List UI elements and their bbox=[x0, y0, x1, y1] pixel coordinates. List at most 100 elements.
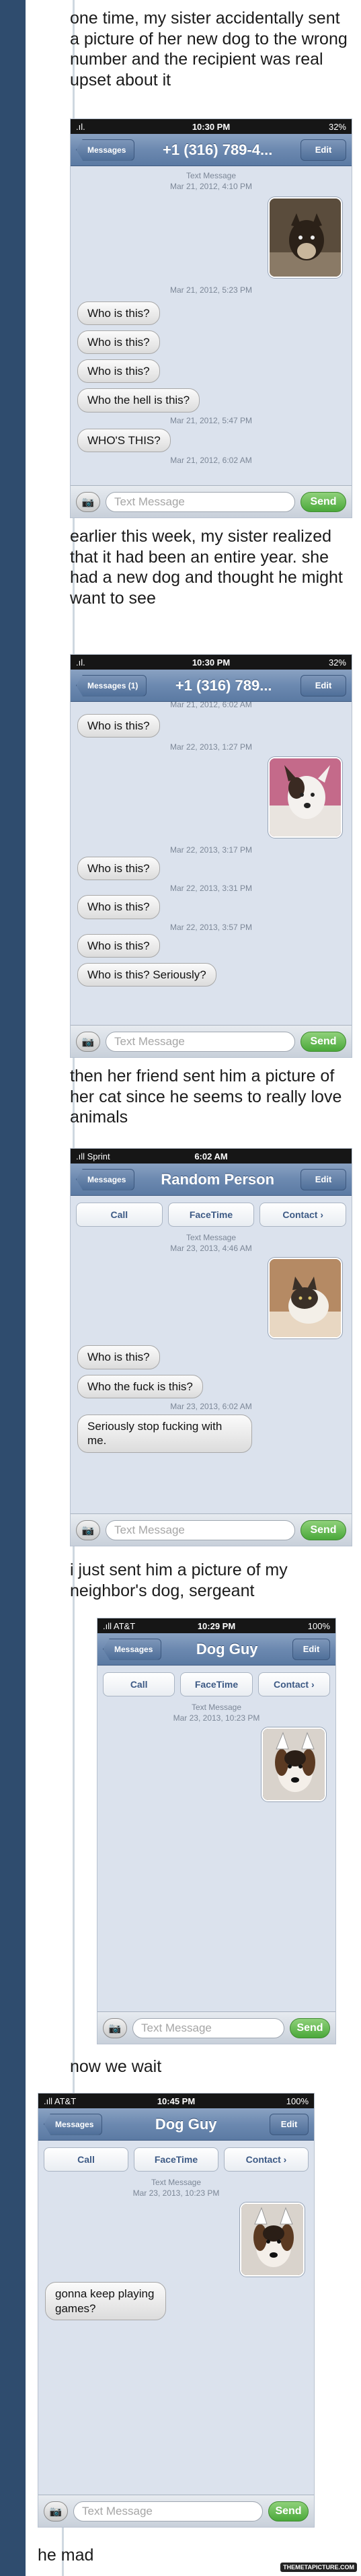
contact-button[interactable]: Contact › bbox=[257, 1672, 330, 1696]
camera-icon[interactable]: 📷 bbox=[44, 2501, 68, 2521]
chevron-right-icon: › bbox=[320, 1209, 324, 1220]
nav-bar: Messages +1 (316) 789-4... Edit bbox=[71, 134, 352, 166]
message-input[interactable]: Text Message bbox=[73, 2501, 263, 2521]
received-message: Who is this? Seriously? bbox=[77, 962, 216, 987]
message-input[interactable]: Text Message bbox=[106, 491, 295, 512]
phone-screenshot: .ıll AT&T 10:45 PM 100% Messages Dog Guy… bbox=[38, 2093, 315, 2528]
contact-actions: Call FaceTime Contact › bbox=[97, 1666, 335, 1699]
received-message: Who the fuck is this? bbox=[77, 1374, 203, 1398]
facetime-button[interactable]: FaceTime bbox=[167, 1203, 255, 1227]
edit-button[interactable]: Edit bbox=[300, 1168, 346, 1190]
conversation-title: +1 (316) 789-4... bbox=[163, 141, 273, 158]
timestamp: Text Message Mar 23, 2013, 10:23 PM bbox=[173, 1703, 260, 1723]
status-bar: .ıl. 10:30 PM 32% bbox=[71, 655, 352, 670]
conversation-title: +1 (316) 789... bbox=[175, 676, 272, 694]
received-message: Who the hell is this? bbox=[77, 388, 200, 413]
caption: then her friend sent him a picture of he… bbox=[70, 1067, 342, 1126]
contact-label: Contact bbox=[273, 1679, 309, 1690]
facetime-button[interactable]: FaceTime bbox=[180, 1672, 253, 1696]
conversation-title: Dog Guy bbox=[196, 1640, 258, 1657]
timestamp: Text Message Mar 23, 2013, 10:23 PM bbox=[132, 2178, 220, 2198]
conversation-title: Random Person bbox=[161, 1170, 275, 1188]
back-button[interactable]: Messages bbox=[76, 1168, 135, 1190]
contact-button[interactable]: Contact › bbox=[224, 2147, 309, 2172]
compose-bar: 📷 Text Message Send bbox=[97, 2011, 335, 2044]
received-message: Who is this? bbox=[77, 714, 160, 738]
message-input[interactable]: Text Message bbox=[132, 2017, 284, 2038]
back-button[interactable]: Messages bbox=[103, 1638, 162, 1660]
nav-bar: Messages Dog Guy Edit bbox=[97, 1633, 335, 1666]
send-button[interactable]: Send bbox=[268, 2501, 309, 2521]
contact-actions: Call FaceTime Contact › bbox=[71, 1196, 352, 1229]
caption: he mad bbox=[38, 2546, 94, 2565]
received-message: Seriously stop fucking with me. bbox=[77, 1415, 252, 1453]
compose-bar: 📷 Text Message Send bbox=[71, 1025, 352, 1057]
camera-icon[interactable]: 📷 bbox=[76, 491, 100, 512]
message-input[interactable]: Text Message bbox=[106, 1519, 295, 1540]
phone-screenshot: .ıl. 10:30 PM 32% Messages +1 (316) 789-… bbox=[70, 118, 352, 518]
sent-photo[interactable] bbox=[268, 756, 342, 838]
back-button[interactable]: Messages (1) bbox=[76, 674, 147, 696]
back-button[interactable]: Messages bbox=[76, 139, 135, 161]
edit-button[interactable]: Edit bbox=[300, 674, 346, 696]
status-bar: .ıl. 10:30 PM 32% bbox=[71, 119, 352, 134]
send-button[interactable]: Send bbox=[290, 2017, 330, 2038]
cat-photo-icon bbox=[270, 1259, 341, 1338]
back-button[interactable]: Messages bbox=[44, 2113, 103, 2135]
received-message: Who is this? bbox=[77, 933, 160, 958]
camera-icon[interactable]: 📷 bbox=[76, 1031, 100, 1052]
sent-photo[interactable] bbox=[240, 2203, 305, 2277]
sent-photo[interactable] bbox=[268, 197, 342, 279]
dog-photo-icon bbox=[270, 199, 341, 277]
timestamp: Mar 21, 2012, 5:23 PM bbox=[169, 285, 253, 295]
facetime-button[interactable]: FaceTime bbox=[134, 2147, 218, 2172]
send-button[interactable]: Send bbox=[300, 1031, 346, 1052]
compose-bar: 📷 Text Message Send bbox=[38, 2495, 314, 2527]
camera-icon[interactable]: 📷 bbox=[76, 1519, 100, 1540]
timestamp: Mar 22, 2013, 3:17 PM bbox=[169, 845, 253, 855]
chevron-right-icon: › bbox=[311, 1679, 315, 1690]
contact-button[interactable]: Contact › bbox=[259, 1203, 347, 1227]
chevron-right-icon: › bbox=[283, 2154, 287, 2165]
carrier-label: .ıl. bbox=[76, 657, 85, 668]
clock: 10:45 PM bbox=[157, 2096, 196, 2106]
received-message: Who is this? bbox=[77, 359, 160, 384]
message-input[interactable]: Text Message bbox=[106, 1031, 295, 1052]
dog-photo-icon bbox=[263, 1729, 325, 1801]
timestamp: Text Message Mar 23, 2013, 4:46 AM bbox=[170, 1233, 252, 1254]
nav-bar: Messages Dog Guy Edit bbox=[38, 2108, 314, 2141]
received-message: Who is this? bbox=[77, 301, 160, 325]
edit-button[interactable]: Edit bbox=[300, 139, 346, 161]
sent-photo[interactable] bbox=[268, 1258, 342, 1339]
sent-photo[interactable] bbox=[262, 1727, 326, 1802]
contact-actions: Call FaceTime Contact › bbox=[38, 2141, 314, 2174]
compose-bar: 📷 Text Message Send bbox=[71, 485, 352, 517]
timestamp: Text Message Mar 21, 2012, 4:10 PM bbox=[169, 171, 253, 192]
clock: 10:30 PM bbox=[192, 657, 231, 668]
watermark: THEMETAPICTURE.COM bbox=[280, 2563, 357, 2572]
battery-level: 32% bbox=[328, 657, 346, 668]
contact-label: Contact bbox=[282, 1209, 318, 1220]
carrier-label: .ıll AT&T bbox=[44, 2096, 77, 2106]
compose-bar: 📷 Text Message Send bbox=[71, 1513, 352, 1546]
nav-bar: Messages Random Person Edit bbox=[71, 1164, 352, 1196]
camera-icon[interactable]: 📷 bbox=[103, 2017, 127, 2038]
timestamp: Mar 23, 2013, 6:02 AM bbox=[170, 1401, 252, 1411]
timestamp: Mar 22, 2013, 3:57 PM bbox=[169, 922, 253, 932]
call-button[interactable]: Call bbox=[103, 1672, 175, 1696]
nav-bar: Messages (1) +1 (316) 789... Edit bbox=[71, 670, 352, 702]
edit-button[interactable]: Edit bbox=[292, 1638, 330, 1660]
status-bar: .ıll Sprint 6:02 AM bbox=[71, 1149, 352, 1164]
call-button[interactable]: Call bbox=[44, 2147, 128, 2172]
received-message: Who is this? bbox=[77, 856, 160, 881]
carrier-label: .ıl. bbox=[76, 121, 85, 132]
call-button[interactable]: Call bbox=[76, 1203, 163, 1227]
caption: now we wait bbox=[70, 2057, 162, 2076]
send-button[interactable]: Send bbox=[300, 1519, 346, 1540]
received-message: Who is this? bbox=[77, 330, 160, 355]
edit-button[interactable]: Edit bbox=[270, 2113, 309, 2135]
send-button[interactable]: Send bbox=[300, 491, 346, 512]
caption: i just sent him a picture of my neighbor… bbox=[70, 1561, 288, 1600]
timestamp: Mar 22, 2013, 3:31 PM bbox=[169, 884, 253, 894]
phone-screenshot: .ıll AT&T 10:29 PM 100% Messages Dog Guy… bbox=[97, 1618, 336, 2044]
